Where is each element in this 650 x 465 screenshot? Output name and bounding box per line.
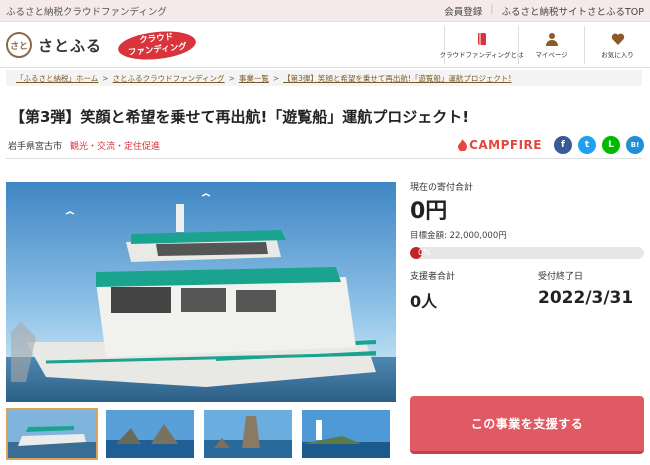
progress-percent: 0% — [418, 248, 431, 257]
breadcrumb-separator: > — [272, 73, 280, 83]
thumbnail-coast-1[interactable] — [104, 408, 196, 460]
supporters-stat: 支援者合計 0人 — [410, 269, 455, 312]
supporters-value: 0人 — [410, 292, 438, 311]
header-nav: クラウドファンディングとは マイページ お気に入り — [439, 26, 650, 64]
breadcrumb: 「ふるさと納税」ホーム > さとふるクラウドファンディング > 事業一覧 > 【… — [6, 70, 642, 86]
progress-bar: 0% — [410, 247, 644, 259]
thumbnail-image — [106, 410, 194, 458]
top-links: 会員登録 | ふるさと納税サイトさとふるTOP — [444, 4, 644, 18]
breadcrumb-project-list[interactable]: 事業一覧 — [239, 73, 269, 84]
breadcrumb-separator: > — [228, 73, 235, 83]
campfire-logo[interactable]: CAMPFIRE — [458, 138, 542, 152]
project-location: 岩手県宮古市 — [8, 142, 63, 152]
breadcrumb-crowdfunding[interactable]: さとふるクラウドファンディング — [113, 73, 225, 84]
support-button[interactable]: この事業を支援する — [410, 396, 644, 454]
current-donation-label: 現在の寄付合計 — [410, 183, 474, 193]
thumbnail-rock[interactable] — [202, 408, 294, 460]
divider — [6, 158, 642, 159]
thumbnail-image — [302, 410, 390, 458]
thumbnail-lighthouse[interactable] — [300, 408, 392, 460]
register-link[interactable]: 会員登録 — [444, 4, 482, 18]
logo-mark-icon: さと — [6, 32, 32, 58]
satofull-logo[interactable]: さと さとふる — [6, 32, 102, 58]
nav-favorites[interactable]: お気に入り — [584, 26, 650, 64]
thumbnail-image — [204, 410, 292, 458]
nav-label: お気に入り — [601, 50, 634, 59]
campfire-text: CAMPFIRE — [469, 138, 542, 152]
user-icon — [545, 32, 558, 46]
deadline-value: 2022/3/31 — [538, 288, 634, 308]
hatena-icon[interactable]: B! — [626, 136, 644, 154]
heart-icon — [611, 33, 624, 45]
logo-text: さとふる — [38, 36, 103, 55]
flame-icon — [458, 139, 468, 151]
thumbnail-image — [8, 410, 96, 458]
boat-illustration — [6, 182, 396, 402]
site-header: さと さとふる クラウド ファンディング クラウドファンディングとは マイページ… — [0, 22, 650, 68]
deadline-label: 受付終了日 — [538, 272, 584, 282]
thumbnail-boat[interactable] — [6, 408, 98, 460]
page-title: 【第3弾】笑顔と希望を乗せて再出航!「遊覧船」運航プロジェクト! — [10, 108, 470, 126]
nav-label: マイページ — [535, 50, 568, 59]
nav-mypage[interactable]: マイページ — [518, 26, 584, 64]
share-bar: CAMPFIRE f t L B! — [458, 136, 644, 154]
book-icon — [477, 32, 486, 45]
nav-about-crowdfunding[interactable]: クラウドファンディングとは — [439, 26, 524, 64]
crowdfunding-badge[interactable]: クラウド ファンディング — [116, 27, 198, 64]
line-icon[interactable]: L — [602, 136, 620, 154]
satofull-top-link[interactable]: ふるさと納税サイトさとふるTOP — [501, 4, 644, 18]
breadcrumb-separator: > — [102, 73, 109, 83]
supporters-label: 支援者合計 — [410, 272, 456, 282]
thumbnail-strip — [6, 408, 392, 460]
site-tagline: ふるさと納税クラウドファンディング — [6, 7, 167, 18]
funding-panel: 現在の寄付合計 0円 目標金額: 22,000,000円 0% 支援者合計 0人… — [410, 180, 644, 311]
goal-amount: 目標金額: 22,000,000円 — [410, 231, 507, 241]
project-category[interactable]: 観光・交流・定住促進 — [70, 139, 160, 152]
twitter-icon[interactable]: t — [578, 136, 596, 154]
divider: | — [490, 4, 494, 15]
stats-row: 支援者合計 0人 受付終了日 2022/3/31 — [410, 269, 644, 313]
facebook-icon[interactable]: f — [554, 136, 572, 154]
hero-image[interactable] — [6, 182, 396, 402]
nav-label: クラウドファンディングとは — [439, 50, 524, 59]
top-bar: ふるさと納税クラウドファンディング 会員登録 | ふるさと納税サイトさとふるTO… — [0, 0, 650, 22]
deadline-stat: 受付終了日 2022/3/31 — [538, 269, 633, 308]
breadcrumb-home[interactable]: 「ふるさと納税」ホーム — [16, 73, 98, 84]
current-donation-value: 0円 — [410, 199, 448, 224]
breadcrumb-current[interactable]: 【第3弾】笑顔と希望を乗せて再出航!「遊覧船」運航プロジェクト! — [283, 73, 511, 84]
